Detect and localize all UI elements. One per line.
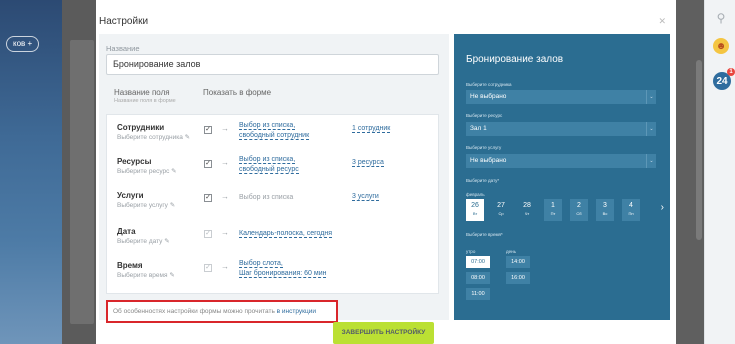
field-items-link[interactable]: 3 услуги: [352, 193, 379, 201]
chevron-down-icon: ⌄: [646, 154, 656, 168]
modal-title: Настройки: [99, 16, 149, 27]
form-settings-panel: Название Бронирование залов Название пол…: [99, 34, 449, 323]
field-name: Время: [117, 261, 143, 270]
preview-day[interactable]: 3 Вс: [596, 199, 614, 221]
finish-setup-button[interactable]: ЗАВЕРШИТЬ НАСТРОЙКУ: [333, 322, 434, 344]
field-name: Услуги: [117, 191, 144, 200]
preview-day[interactable]: 1 Пт: [544, 199, 562, 221]
arrow-right-icon: →: [221, 228, 229, 237]
field-row-employees: Сотрудники Выберите сотрудника ✎ ✓ → Выб…: [107, 117, 440, 153]
arrow-right-icon: →: [221, 124, 229, 133]
settings-modal: Настройки ✕ Название Бронирование залов …: [96, 0, 676, 344]
preview-time-label: Выберите время*: [466, 232, 503, 237]
field-items-link[interactable]: 3 ресурса: [352, 159, 384, 167]
field-placeholder[interactable]: Выберите время ✎: [117, 271, 175, 279]
field-placeholder[interactable]: Выберите услугу ✎: [117, 201, 175, 209]
form-preview: Бронирование залов Выберите сотрудника Н…: [454, 34, 670, 320]
preview-resource-select[interactable]: Зал 1 ⌄: [466, 122, 656, 136]
field-mode-link[interactable]: Выбор из списка, свободный сотрудник: [239, 121, 310, 141]
preview-date-label: Выберите дату*: [466, 178, 500, 183]
preview-day[interactable]: 28 Чт: [518, 199, 536, 221]
show-in-form-checkbox[interactable]: ✓: [204, 160, 212, 168]
arrow-right-icon: →: [221, 192, 229, 201]
show-in-form-checkbox[interactable]: ✓: [204, 126, 212, 134]
field-mode-link[interactable]: Выбор из списка, свободный ресурс: [239, 155, 299, 175]
user-avatar-icon[interactable]: ☻: [713, 38, 729, 54]
right-system-panel: ⚲ ☻ 24 1: [704, 0, 735, 344]
preview-title: Бронирование залов: [466, 54, 564, 65]
background-sidebar: ков +: [0, 0, 62, 344]
preview-employee-label: Выберите сотрудника: [466, 82, 512, 87]
column-header-show-in-form: Показать в форме: [203, 88, 272, 97]
field-placeholder[interactable]: Выберите дату ✎: [117, 237, 170, 245]
fields-list: Сотрудники Выберите сотрудника ✎ ✓ → Выб…: [106, 114, 439, 294]
field-mode-link[interactable]: Выбор слота, Шаг бронирования: 60 мин: [239, 259, 327, 279]
preview-employee-select[interactable]: Не выбрано ⌄: [466, 90, 656, 104]
notifications-count: 24: [716, 75, 728, 87]
show-in-form-checkbox: ✓: [204, 230, 212, 238]
show-in-form-checkbox[interactable]: ✓: [204, 194, 212, 202]
preview-service-select[interactable]: Не выбрано ⌄: [466, 154, 656, 168]
background-panel: [70, 40, 94, 324]
preview-resource-label: Выберите ресурс: [466, 113, 503, 118]
field-placeholder[interactable]: Выберите сотрудника ✎: [117, 133, 190, 141]
field-row-time: Время Выберите время ✎ ✓ → Выбор слота, Ш…: [107, 255, 440, 291]
preview-month: февраль: [466, 192, 485, 197]
instruction-link[interactable]: в инструкции: [277, 308, 316, 315]
preview-service-label: Выберите услугу: [466, 145, 502, 150]
field-mode-link[interactable]: Календарь-полоска, сегодня: [239, 229, 333, 239]
field-name: Сотрудники: [117, 123, 165, 132]
preview-time-slot[interactable]: 16:00: [506, 272, 530, 284]
field-name: Дата: [117, 227, 136, 236]
chevron-right-icon[interactable]: ›: [661, 202, 664, 213]
preview-time-slot[interactable]: 07:00: [466, 256, 490, 268]
field-row-resources: Ресурсы Выберите ресурс ✎ ✓ → Выбор из с…: [107, 151, 440, 187]
background-scrollbar[interactable]: [696, 60, 702, 240]
preview-day[interactable]: 26 Вт: [466, 199, 484, 221]
name-label: Название: [106, 44, 140, 53]
arrow-right-icon: →: [221, 262, 229, 271]
instruction-note: Об особенностях настройки формы можно пр…: [106, 300, 338, 323]
form-name-input[interactable]: Бронирование залов: [106, 54, 439, 75]
arrow-right-icon: →: [221, 158, 229, 167]
preview-morning-label: утро: [466, 249, 476, 254]
preview-time-slot[interactable]: 11:00: [466, 288, 490, 300]
field-row-date: Дата Выберите дату ✎ ✓ → Календарь-полос…: [107, 221, 440, 257]
preview-time-slot[interactable]: 08:00: [466, 272, 490, 284]
chevron-down-icon: ⌄: [646, 122, 656, 136]
preview-date-strip: 26 Вт 27 Ср 28 Чт 1 Пт 2 Сб 3 Вс 4 Пн: [466, 199, 656, 223]
column-header-field-name-sub: Название поля в форме: [114, 98, 176, 104]
notification-badge: 1: [727, 68, 735, 76]
field-row-services: Услуги Выберите услугу ✎ ✓ → Выбор из сп…: [107, 185, 440, 221]
close-icon[interactable]: ✕: [658, 16, 666, 27]
preview-day-label: день: [506, 249, 516, 254]
column-header-field-name: Название поля: [114, 88, 170, 97]
chevron-down-icon: ⌄: [646, 90, 656, 104]
background-right-area: [676, 0, 704, 344]
field-placeholder[interactable]: Выберите ресурс ✎: [117, 167, 177, 175]
field-mode-text: Выбор из списка: [239, 194, 294, 201]
preview-day[interactable]: 2 Сб: [570, 199, 588, 221]
field-items-link[interactable]: 1 сотрудник: [352, 125, 391, 133]
field-name: Ресурсы: [117, 157, 152, 166]
background-strip: [62, 0, 96, 344]
preview-day[interactable]: 27 Ср: [492, 199, 510, 221]
preview-day[interactable]: 4 Пн: [622, 199, 640, 221]
preview-time-slot[interactable]: 14:00: [506, 256, 530, 268]
show-in-form-checkbox: ✓: [204, 264, 212, 272]
background-add-button[interactable]: ков +: [6, 36, 40, 52]
search-icon[interactable]: ⚲: [713, 10, 729, 26]
instruction-note-text: Об особенностях настройки формы можно пр…: [113, 308, 277, 315]
bitrix24-notifications-icon[interactable]: 24 1: [713, 68, 735, 90]
